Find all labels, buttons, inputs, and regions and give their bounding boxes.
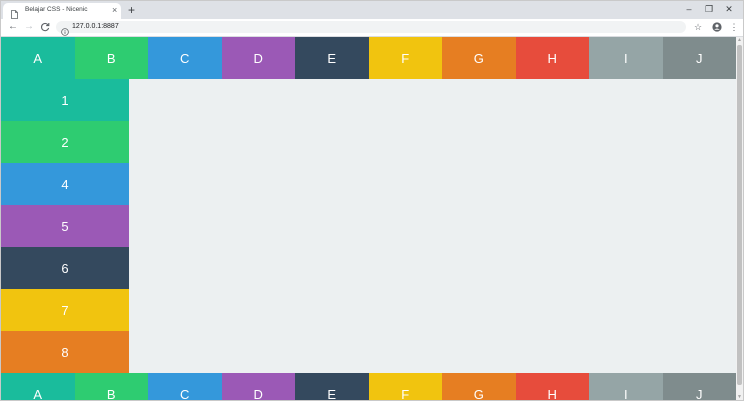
new-tab-button[interactable]: + bbox=[128, 3, 135, 17]
reload-button[interactable] bbox=[38, 20, 52, 34]
top-box-e: E bbox=[295, 37, 369, 79]
info-icon[interactable] bbox=[61, 23, 69, 36]
scroll-up-arrow-icon[interactable]: ▲ bbox=[736, 37, 743, 43]
tab-title: Belajar CSS - Nicenic bbox=[25, 6, 88, 13]
bottom-box-h: H bbox=[515, 373, 589, 400]
bottom-box-j: J bbox=[662, 373, 736, 400]
scroll-thumb[interactable] bbox=[737, 45, 742, 385]
top-box-j: J bbox=[662, 37, 736, 79]
url-text: 127.0.0.1:8887 bbox=[72, 23, 119, 30]
top-box-f: F bbox=[368, 37, 442, 79]
bottom-box-g: G bbox=[442, 373, 516, 400]
tab-close-icon[interactable]: × bbox=[112, 4, 117, 16]
bottom-box-i: I bbox=[589, 373, 663, 400]
browser-toolbar: ← → 127.0.0.1:8887 ☆ ⋮ bbox=[1, 19, 743, 37]
bottom-box-a: A bbox=[1, 373, 75, 400]
forward-button[interactable]: → bbox=[22, 20, 36, 34]
top-box-b: B bbox=[74, 37, 148, 79]
address-bar[interactable]: 127.0.0.1:8887 bbox=[56, 21, 686, 36]
browser-tab[interactable]: Belajar CSS - Nicenic × bbox=[3, 3, 121, 19]
bottom-box-e: E bbox=[295, 373, 369, 400]
side-box-1: 1 bbox=[1, 79, 129, 121]
vertical-scrollbar[interactable]: ▲ ▼ bbox=[736, 37, 743, 400]
doc-icon bbox=[11, 6, 18, 19]
side-box-7: 7 bbox=[1, 289, 129, 331]
bottom-box-d: D bbox=[221, 373, 295, 400]
top-box-h: H bbox=[515, 37, 589, 79]
side-column: 1245678 bbox=[1, 79, 129, 373]
page-viewport: ABCDEFGHIJ 1245678 ABCDEFGHIJ bbox=[1, 37, 736, 400]
back-button[interactable]: ← bbox=[6, 20, 20, 34]
tab-strip: Belajar CSS - Nicenic × + – ❐ ✕ bbox=[1, 1, 743, 19]
bottom-row: ABCDEFGHIJ bbox=[1, 373, 736, 400]
top-box-c: C bbox=[148, 37, 222, 79]
side-box-8: 8 bbox=[1, 331, 129, 373]
reload-icon bbox=[40, 22, 50, 32]
minimize-button[interactable]: – bbox=[682, 2, 696, 16]
top-box-g: G bbox=[442, 37, 516, 79]
side-box-4: 4 bbox=[1, 163, 129, 205]
side-box-2: 2 bbox=[1, 121, 129, 163]
close-window-button[interactable]: ✕ bbox=[722, 2, 736, 16]
bottom-box-b: B bbox=[74, 373, 148, 400]
menu-icon[interactable]: ⋮ bbox=[728, 20, 740, 34]
scroll-down-arrow-icon[interactable]: ▼ bbox=[736, 394, 743, 400]
main-area bbox=[129, 79, 736, 373]
side-box-5: 5 bbox=[1, 205, 129, 247]
bottom-box-c: C bbox=[148, 373, 222, 400]
top-row: ABCDEFGHIJ bbox=[1, 37, 736, 79]
top-box-i: I bbox=[589, 37, 663, 79]
bottom-box-f: F bbox=[368, 373, 442, 400]
account-icon[interactable] bbox=[711, 20, 723, 34]
top-box-a: A bbox=[1, 37, 75, 79]
side-box-6: 6 bbox=[1, 247, 129, 289]
top-box-d: D bbox=[221, 37, 295, 79]
restore-button[interactable]: ❐ bbox=[702, 2, 716, 16]
bookmark-star-icon[interactable]: ☆ bbox=[692, 20, 704, 34]
browser-window: Belajar CSS - Nicenic × + – ❐ ✕ ← → 127.… bbox=[0, 0, 744, 401]
